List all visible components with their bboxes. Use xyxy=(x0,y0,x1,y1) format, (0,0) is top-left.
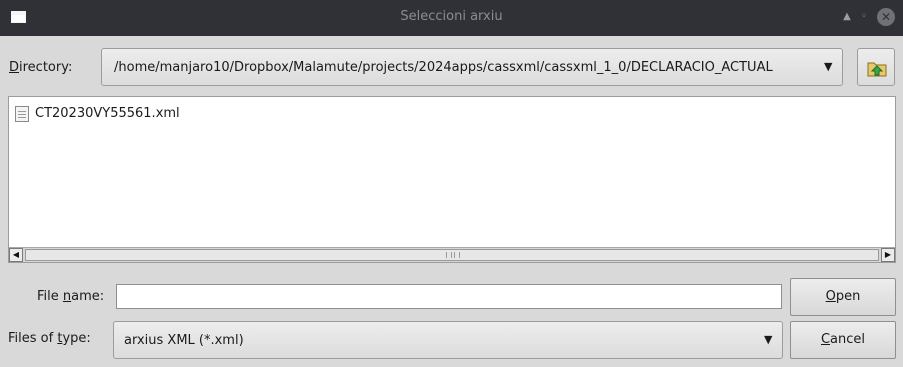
directory-path: /home/manjaro10/Dropbox/Malamute/project… xyxy=(114,60,773,75)
file-name-label: File name: xyxy=(37,289,105,304)
document-icon xyxy=(15,106,29,122)
close-icon[interactable]: ✕ xyxy=(877,8,895,26)
file-name: CT20230VY55561.xml xyxy=(35,106,180,121)
file-list[interactable]: CT20230VY55561.xml ◀ ▶ xyxy=(8,96,896,263)
directory-label: Directory: xyxy=(9,60,73,75)
file-type-dropdown[interactable]: arxius XML (*.xml) ▼ xyxy=(113,321,783,359)
restore-icon[interactable]: ◦ xyxy=(855,8,873,26)
scrollbar-thumb[interactable] xyxy=(25,249,879,261)
file-type-label: Files of type: xyxy=(8,331,91,346)
parent-folder-button[interactable] xyxy=(857,48,895,86)
file-type-value: arxius XML (*.xml) xyxy=(124,333,244,348)
window-title: Seleccioni arxiu xyxy=(400,9,503,24)
directory-dropdown[interactable]: /home/manjaro10/Dropbox/Malamute/project… xyxy=(101,48,843,86)
folder-up-icon xyxy=(867,62,887,77)
chevron-down-icon: ▼ xyxy=(824,60,833,73)
title-bar: Seleccioni arxiu ▲ ◦ ✕ xyxy=(0,0,903,36)
scroll-right-icon[interactable]: ▶ xyxy=(881,248,895,262)
file-name-input[interactable] xyxy=(116,284,782,309)
cancel-button[interactable]: Cancel xyxy=(790,321,896,359)
open-button[interactable]: Open xyxy=(790,278,896,316)
eject-icon[interactable]: ▲ xyxy=(838,8,856,26)
scroll-left-icon[interactable]: ◀ xyxy=(9,248,23,262)
grip-icon xyxy=(446,252,460,258)
chevron-down-icon: ▼ xyxy=(764,333,773,346)
horizontal-scrollbar[interactable]: ◀ ▶ xyxy=(9,247,895,262)
